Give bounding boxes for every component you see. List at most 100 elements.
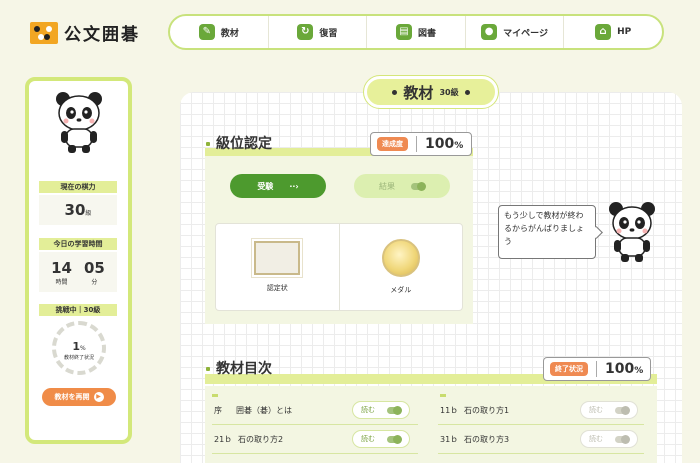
arrow-right-icon: ··›	[289, 181, 299, 191]
result-button[interactable]: 結果	[354, 174, 450, 198]
panda-face-icon: ●	[481, 24, 498, 40]
certificate-icon	[251, 238, 304, 278]
take-exam-button[interactable]: 受験 ··›	[230, 174, 326, 198]
rank-unit: 級	[85, 210, 92, 217]
read-button[interactable]: 読む	[580, 401, 638, 419]
nav-item-hp[interactable]: ⌂ HP	[564, 16, 662, 48]
row-marker	[440, 394, 446, 397]
panda-mascot-icon	[609, 202, 655, 262]
minutes-unit: 分	[91, 278, 98, 286]
bullet-icon	[206, 367, 210, 371]
logo-text: 公文囲碁	[64, 25, 140, 45]
study-time-box: 14 時間 05 分	[39, 252, 117, 292]
refresh-icon: ↻	[297, 24, 314, 40]
row-marker	[212, 394, 218, 397]
toc-section-title: 教材目次	[206, 358, 272, 378]
row-divider	[438, 424, 644, 425]
progress-unit: %	[79, 345, 86, 352]
toc-row: 序 囲碁（碁）とは 読む	[214, 399, 410, 421]
nav-item-mypage[interactable]: ● マイページ	[466, 16, 565, 48]
toggle-icon	[411, 181, 426, 191]
toc-name: 囲碁（碁）とは	[236, 405, 292, 415]
medal-icon	[381, 239, 420, 277]
toc-num: 31ｂ	[440, 434, 459, 444]
go-board-logo-icon	[30, 21, 58, 44]
main-nav: ✎ 教材 ↻ 復習 ▤ 図書 ● マイページ ⌂ HP	[168, 14, 664, 50]
nav-label: 復習	[319, 28, 338, 39]
nav-item-review[interactable]: ↻ 復習	[269, 16, 368, 48]
take-label: 受験	[257, 181, 274, 191]
medal-label: メダル	[390, 286, 412, 294]
certificate-label: 認定状	[266, 284, 288, 292]
study-time-label: 今日の学習時間	[39, 238, 117, 250]
read-button[interactable]: 読む	[352, 430, 410, 448]
dot-icon	[464, 89, 470, 95]
read-button[interactable]: 読む	[352, 401, 410, 419]
cert-achievement-badge: 達成度 100%	[370, 132, 472, 156]
award-cards: 認定状 メダル	[215, 223, 463, 311]
achievement-label: 達成度	[377, 137, 408, 151]
toc-row: 11ｂ 石の取り方1 読む	[440, 399, 638, 421]
toc-num: 序	[214, 405, 222, 415]
nav-label: 教材	[220, 28, 239, 39]
rank-value: 30	[64, 201, 86, 219]
hours-value: 14	[51, 258, 72, 277]
page-title: 教材 30級	[363, 75, 499, 109]
row-divider	[212, 424, 418, 425]
read-label: 読む	[589, 435, 603, 443]
certificate-card[interactable]: 認定状	[216, 224, 340, 310]
progress-label: 教材終了状況	[63, 355, 94, 361]
nav-item-materials[interactable]: ✎ 教材	[170, 16, 269, 48]
nav-label: マイページ	[503, 28, 548, 39]
play-icon: ▶	[93, 392, 104, 402]
toc-completion-badge: 終了状況 100%	[543, 357, 651, 381]
nav-label: 図書	[417, 28, 436, 39]
house-icon: ⌂	[595, 24, 612, 40]
panda-mascot-icon	[56, 92, 102, 153]
toc-name: 石の取り方3	[464, 434, 510, 444]
row-divider	[212, 453, 418, 454]
logo[interactable]: 公文囲碁	[30, 20, 140, 45]
toc-name: 石の取り方2	[238, 434, 284, 444]
row-divider	[438, 453, 644, 454]
nav-item-library[interactable]: ▤ 図書	[367, 16, 466, 48]
read-label: 読む	[361, 406, 375, 414]
page-level: 30級	[439, 87, 459, 97]
toc-num: 21ｂ	[214, 434, 233, 444]
nav-label: HP	[617, 27, 632, 37]
rank-label: 現在の棋力	[39, 181, 117, 193]
toggle-icon	[387, 405, 402, 415]
cert-section-title: 級位認定	[206, 133, 272, 153]
dot-icon	[392, 89, 398, 95]
toc-row: 21ｂ 石の取り方2 読む	[214, 428, 410, 450]
resume-materials-button[interactable]: 教材を再開 ▶	[42, 388, 116, 406]
toc-name: 石の取り方1	[464, 405, 510, 415]
achievement-value: 100	[425, 136, 455, 152]
toggle-icon	[615, 405, 630, 415]
resume-label: 教材を再開	[54, 393, 90, 401]
cert-title-text: 級位認定	[216, 136, 272, 152]
toggle-icon	[387, 434, 402, 444]
read-label: 読む	[361, 435, 375, 443]
toggle-icon	[615, 434, 630, 444]
achievement-unit: %	[454, 141, 464, 151]
progress-value: 1	[72, 340, 80, 353]
completion-label: 終了状況	[550, 362, 588, 376]
page-title-text: 教材	[403, 83, 434, 102]
speech-bubble: もう少しで教材が終わるからがんばりましょう	[498, 205, 596, 259]
bullet-icon	[206, 142, 210, 146]
read-button[interactable]: 読む	[580, 430, 638, 448]
book-icon: ▤	[395, 24, 412, 40]
completion-unit: %	[634, 366, 644, 376]
hours-unit: 時間	[55, 278, 68, 286]
challenge-label: 挑戦中｜30級	[39, 304, 117, 316]
rank-value-box: 30級	[39, 195, 117, 225]
minutes-value: 05	[84, 258, 105, 277]
read-label: 読む	[589, 406, 603, 414]
pencil-icon: ✎	[198, 24, 215, 40]
sidebar: 現在の棋力 30級 今日の学習時間 14 時間 05 分 挑戦中｜30級 1% …	[25, 77, 132, 444]
result-label: 結果	[379, 181, 395, 191]
toc-num: 11ｂ	[440, 405, 459, 415]
progress-ring: 1% 教材終了状況	[52, 321, 106, 375]
medal-card[interactable]: メダル	[340, 224, 463, 310]
